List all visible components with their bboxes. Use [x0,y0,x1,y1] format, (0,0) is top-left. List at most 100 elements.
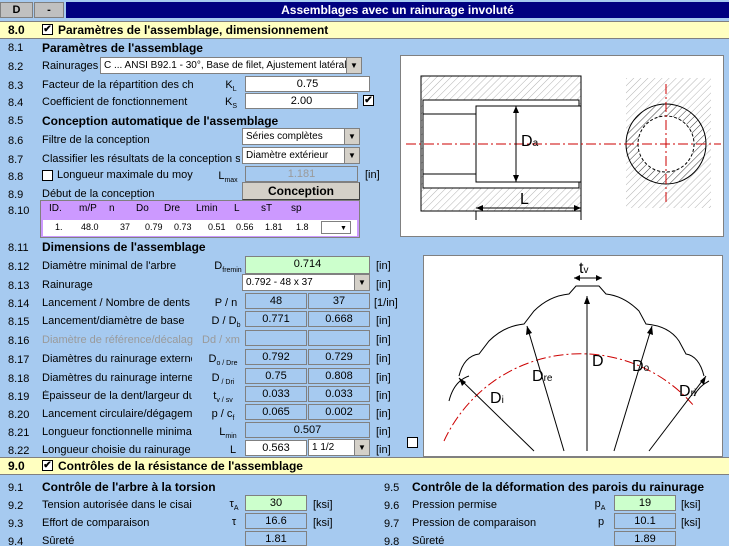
cell-dre: 0.73 [174,222,192,232]
row-number: 8.6 [8,135,24,147]
row-number: 8.3 [8,80,24,92]
chosen-length-select[interactable]: 1 1/2 ▼ [308,439,370,456]
operation-coef-label: Coefficient de fonctionnement [42,96,188,108]
unit-label: [1/in] [374,297,398,309]
operation-coef-symbol: KS [224,96,237,111]
allowed-pressure-symbol: pA [594,498,606,513]
chevron-down-icon[interactable]: ▼ [346,58,361,73]
chevron-down-icon[interactable]: ▼ [354,275,369,290]
comparison-pressure-label: Pression de comparaison [412,517,537,529]
pitch-teeth-label: Lancement / Nombre de dents [42,297,190,309]
cell-sp: 1.8 [296,222,309,232]
splines-select[interactable]: C ... ANSI B92.1 - 30°, Base de filet, A… [100,57,362,74]
reference-diameter-symbol: Dd / xm [202,334,240,346]
col-header-dre: Dre [164,203,181,214]
section-9-0: 9.0 ✔ Contrôles de la résistance de l'as… [0,457,729,475]
spline-select[interactable]: 0.792 - 48 x 37 ▼ [242,274,370,291]
row-number: 8.5 [8,115,24,127]
chevron-down-icon[interactable]: ▼ [344,129,359,144]
safety-label: Sûreté [412,535,445,546]
row-number: 9.4 [8,536,24,546]
root-diameter-value: 0.729 [308,349,370,365]
chosen-length-input[interactable]: 0.563 [245,440,307,456]
spline-select-value: 0.792 - 48 x 37 [246,277,313,288]
clearance-value: 0.002 [308,404,370,420]
d-button[interactable]: D [0,2,33,18]
chevron-down-icon[interactable]: ▼ [340,221,350,236]
subsection-title: Contrôle de l'arbre à la torsion [42,480,216,494]
spline-label: Rainurage [42,279,93,291]
design-results-table: ID. m/P n Do Dre Lmin L sT sp 1. 48.0 37… [40,200,360,238]
do-label: Do [632,358,650,375]
comparison-stress-value: 16.6 [245,513,307,529]
cell-n: 37 [120,222,131,232]
comparison-stress-label: Effort de comparaison [42,517,150,529]
comparison-stress-symbol: τ [231,516,237,528]
tooth-thickness-value: 0.033 [245,386,307,402]
pitch-teeth-symbol: P / n [214,297,238,309]
table-row[interactable]: 1. 48.0 37 0.79 0.73 0.51 0.56 1.81 1.8 … [43,220,357,236]
sort-results-select[interactable]: Diamètre extérieur ▼ [242,147,360,164]
chevron-down-icon[interactable]: ▼ [344,148,359,163]
external-spline-diameters-label: Diamètres du rainurage externe [42,353,192,365]
internal-root-diameter-value: 0.808 [308,368,370,384]
row-number: 8.10 [8,205,30,217]
col-header-n: n [109,203,115,214]
safety-value: 1.81 [245,531,307,546]
allowed-shear-label: Tension autorisée dans le cisaill [42,499,192,511]
section-checkbox[interactable]: ✔ [42,24,53,35]
chosen-length-symbol: L [229,444,237,456]
unit-label: [in] [365,169,380,181]
tooth-profile-drawing: tv D Dre Do Di Dri [443,260,710,452]
operation-coef-input[interactable]: 2.00 [245,93,358,109]
chosen-length-checkbox[interactable] [407,437,418,448]
col-header-do: Do [136,203,149,214]
load-factor-label: Facteur de la répartition des ch [42,79,194,91]
max-hub-length-checkbox[interactable] [42,170,53,181]
col-header-l: L [234,203,240,214]
sort-results-label: Classifier les résultats de la conceptio… [42,153,240,165]
internal-spline-diameters-label: Diamètres du rainurage interne [42,372,192,384]
window-title: Assemblages avec un rainurage involuté [66,2,729,18]
reference-diameter-value [245,330,307,346]
allowed-shear-input[interactable]: 30 [245,495,307,511]
row-number: 9.0 [8,459,25,473]
spline-assembly-figure: Da L [400,55,724,237]
design-filter-select[interactable]: Séries complètes ▼ [242,128,360,145]
section-checkbox[interactable]: ✔ [42,460,53,471]
pitch-base-diameter-symbol: D / Db [211,315,241,330]
design-filter-value: Séries complètes [246,131,323,142]
col-header-lmin: Lmin [196,203,218,214]
min-functional-length-symbol: Lmin [219,426,237,441]
unit-label: [in] [376,315,391,327]
comparison-pressure-symbol: p [597,516,605,528]
section-title: Paramètres de l'assemblage, dimensionnem… [58,23,329,37]
row-number: 9.8 [384,536,400,546]
tv-label: tv [579,260,588,277]
pitch-value: 48 [245,293,307,309]
operation-coef-checkbox[interactable]: ✔ [363,95,374,106]
splines-label: Rainurages [42,60,99,72]
min-shaft-diameter-label: Diamètre minimal de l'arbre [42,260,177,272]
min-functional-length-value: 0.507 [245,422,370,438]
allowed-pressure-input[interactable]: 19 [614,495,676,511]
unit-label: [in] [376,334,391,346]
dri-label: Dri [679,383,696,400]
row-number: 8.21 [8,427,30,439]
collapse-button[interactable]: - [34,2,64,18]
row-number: 8.0 [8,23,25,37]
row-number: 9.6 [384,500,400,512]
inner-diameter-value: 0.75 [245,368,307,384]
row-number: 8.7 [8,154,24,166]
tooth-thickness-label: Épaisseur de la dent/largeur du [42,390,192,402]
cell-st: 1.81 [265,222,283,232]
d-label: D [592,353,604,370]
load-factor-input[interactable]: 0.75 [245,76,370,92]
row-number: 8.15 [8,316,30,328]
load-factor-symbol: KL [225,79,237,94]
min-functional-length-label: Longueur fonctionnelle minimale [42,426,192,438]
conception-button[interactable]: Conception [242,182,360,200]
min-shaft-diameter-symbol: Dfremin [214,260,242,275]
row-number: 8.20 [8,409,30,421]
chevron-down-icon[interactable]: ▼ [354,440,369,455]
